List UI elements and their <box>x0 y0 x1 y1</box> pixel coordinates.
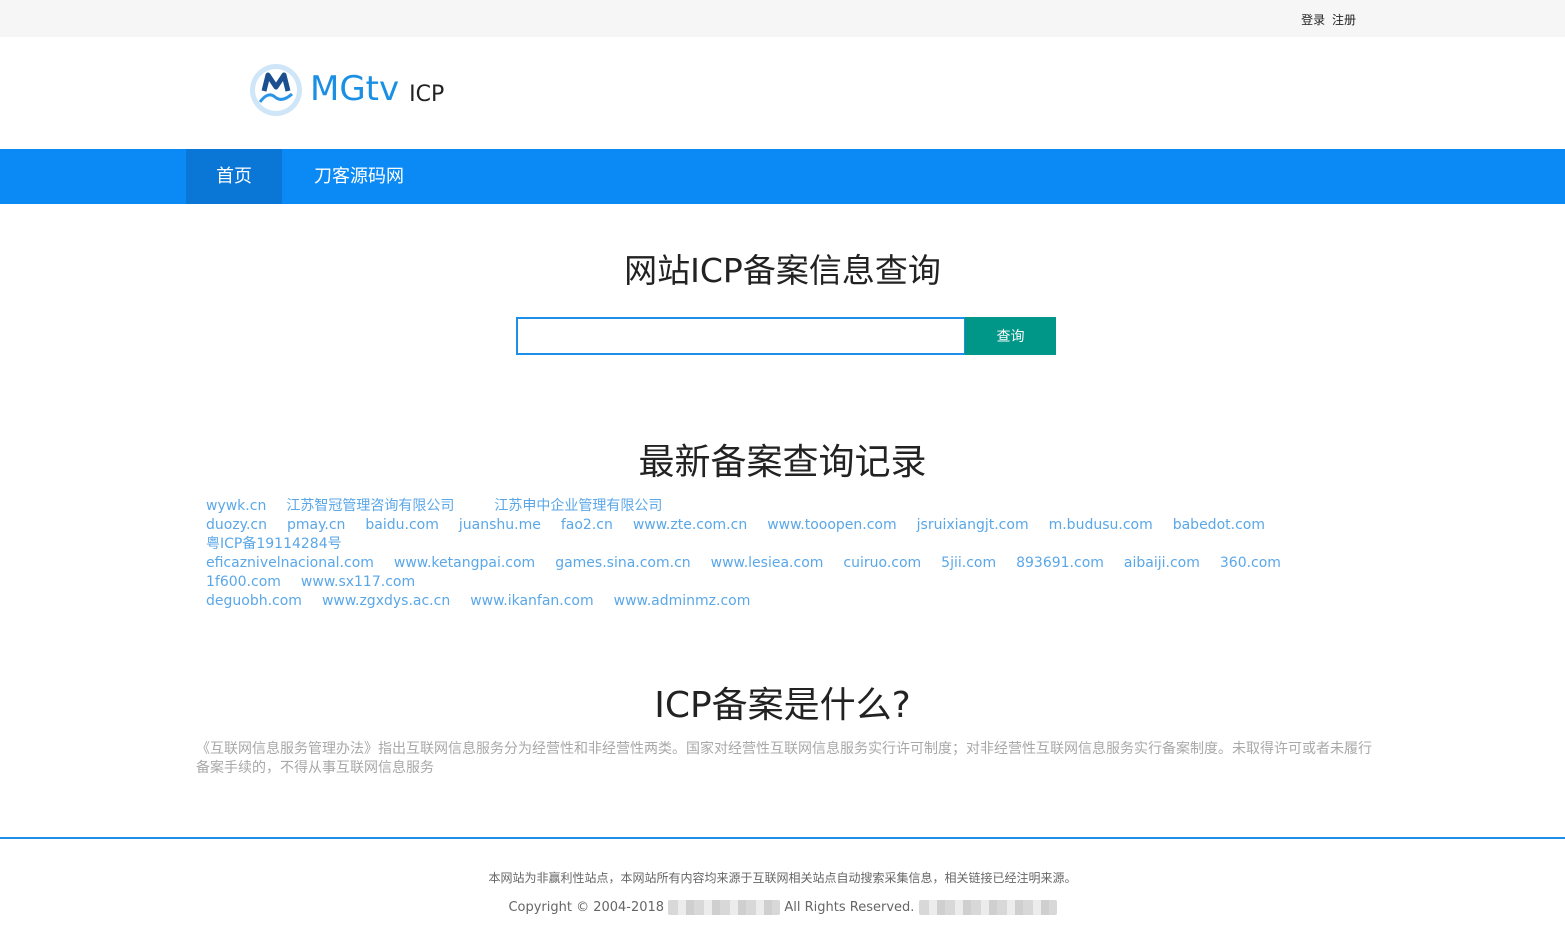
record-link[interactable]: wywk.cn <box>206 497 266 516</box>
footer-copyright: Copyright © 2004-2018 All Rights Reserve… <box>0 900 1565 915</box>
record-link[interactable]: fao2.cn <box>561 516 613 535</box>
record-link[interactable]: www.adminmz.com <box>614 592 751 611</box>
record-link[interactable]: eficaznivelnacional.com <box>206 554 374 573</box>
mgtv-logo-icon <box>250 64 302 116</box>
record-link[interactable]: deguobh.com <box>206 592 302 611</box>
footer-notice: 本网站为非赢利性站点，本网站所有内容均来源于互联网相关站点自动搜索采集信息，相关… <box>488 871 1077 885</box>
record-link[interactable]: www.zte.com.cn <box>633 516 747 535</box>
record-link[interactable]: pmay.cn <box>287 516 345 535</box>
logo-brand-text: MGtv <box>310 69 400 109</box>
record-link[interactable]: aibaiji.com <box>1124 554 1200 573</box>
record-link[interactable]: 1f600.com <box>206 573 281 592</box>
site-logo[interactable]: MGtv ICP <box>248 58 444 120</box>
record-link[interactable]: 江苏申中企业管理有限公司 <box>494 497 662 516</box>
search-heading: 网站ICP备案信息查询 <box>624 251 941 290</box>
top-bar: 登录 注册 <box>0 0 1565 37</box>
record-link[interactable]: 360.com <box>1220 554 1281 573</box>
about-icp-heading: ICP备案是什么? <box>654 685 911 726</box>
record-link[interactable]: juanshu.me <box>459 516 541 535</box>
register-link[interactable]: 注册 <box>1332 13 1356 27</box>
record-link[interactable]: duozy.cn <box>206 516 267 535</box>
about-icp-text: 《互联网信息服务管理办法》指出互联网信息服务分为经营性和非经营性两类。国家对经营… <box>196 741 1372 776</box>
record-link[interactable]: www.ikanfan.com <box>470 592 593 611</box>
record-link[interactable]: 江苏智冠管理咨询有限公司 <box>286 497 454 516</box>
record-link[interactable]: games.sina.com.cn <box>555 554 690 573</box>
copyright-text: Copyright © 2004-2018 <box>508 900 665 915</box>
record-link[interactable]: baidu.com <box>365 516 438 535</box>
record-link[interactable]: m.budusu.com <box>1049 516 1153 535</box>
record-link[interactable]: cuiruo.com <box>843 554 921 573</box>
recent-records-list: wywk.cn 江苏智冠管理咨询有限公司 江苏申中企业管理有限公司 duozy.cn… <box>206 497 1376 611</box>
footer-divider <box>0 837 1565 839</box>
record-link[interactable]: www.ketangpai.com <box>394 554 535 573</box>
record-link[interactable]: www.tooopen.com <box>767 516 896 535</box>
record-link[interactable]: www.sx117.com <box>301 573 415 592</box>
nav-item-daoke[interactable]: 刀客源码网 <box>296 149 422 204</box>
redacted-icp-number <box>918 900 1057 915</box>
recent-records-heading: 最新备案查询记录 <box>638 442 927 483</box>
record-link[interactable]: 893691.com <box>1016 554 1104 573</box>
record-link[interactable]: 粤ICP备19114284号 <box>206 535 342 554</box>
record-link[interactable]: www.lesiea.com <box>711 554 824 573</box>
login-link[interactable]: 登录 <box>1301 13 1325 27</box>
rights-text: All Rights Reserved. <box>784 900 915 915</box>
auth-links: 登录 注册 <box>1298 11 1356 28</box>
domain-search-input[interactable] <box>516 317 966 355</box>
record-link[interactable]: www.zgxdys.ac.cn <box>322 592 450 611</box>
query-button[interactable]: 查询 <box>965 317 1056 355</box>
logo-sub-text: ICP <box>409 81 445 107</box>
main-nav: 首页 刀客源码网 <box>0 149 1565 204</box>
search-form: 查询 <box>516 317 1056 355</box>
nav-item-home[interactable]: 首页 <box>186 149 282 204</box>
record-link[interactable]: 5jii.com <box>941 554 996 573</box>
record-link[interactable]: jsruixiangjt.com <box>917 516 1029 535</box>
record-link[interactable]: babedot.com <box>1173 516 1265 535</box>
redacted-site-name <box>668 900 781 915</box>
